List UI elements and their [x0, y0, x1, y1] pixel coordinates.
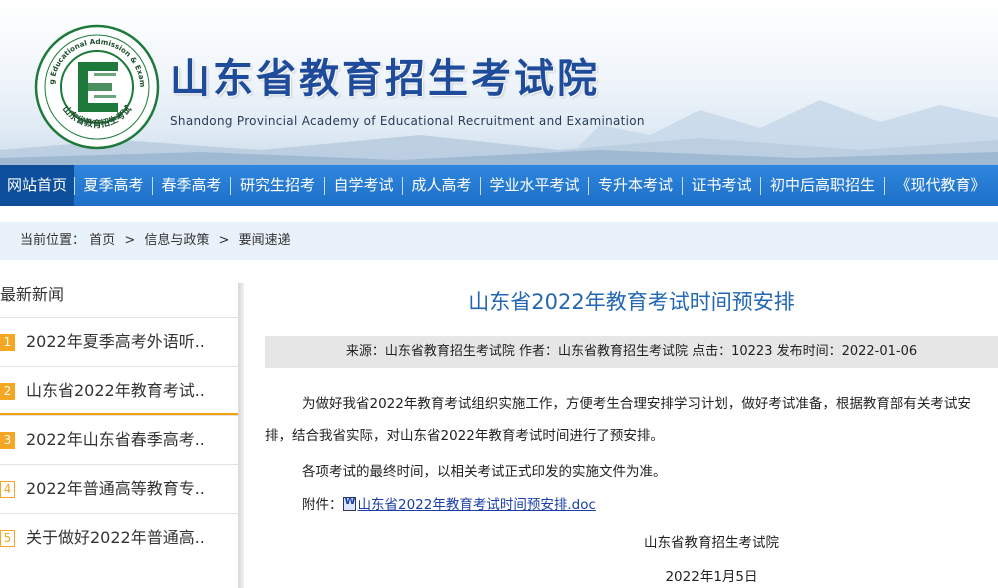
academy-logo: Shandong Educational Admission & Examina… — [34, 24, 160, 150]
news-list-item[interactable]: 2 山东省2022年教育考试.. — [0, 366, 238, 415]
nav-divider — [480, 177, 481, 195]
attachment-label: 附件： — [302, 497, 343, 513]
nav-divider — [230, 177, 231, 195]
nav-divider — [682, 177, 683, 195]
nav-item-vocational-admission[interactable]: 初中后高职招生 — [761, 165, 884, 206]
attachment-row: 附件： 山东省2022年教育考试时间预安排.doc — [302, 493, 596, 513]
nav-divider — [402, 177, 403, 195]
nav-divider — [884, 177, 885, 195]
rank-badge: 2 — [0, 383, 15, 400]
breadcrumb-separator: > — [218, 233, 230, 248]
attachment-link[interactable]: 山东省2022年教育考试时间预安排.doc — [358, 497, 596, 513]
main-nav: 网站首页 夏季高考 春季高考 研究生招考 自学考试 成人高考 学业水平考试 专升… — [0, 165, 998, 206]
nav-divider — [760, 177, 761, 195]
article-paragraph: 为做好我省2022年教育考试组织实施工作，方便考生合理安排学习计划，做好考试准备… — [265, 396, 971, 444]
rank-badge: 1 — [0, 334, 15, 351]
news-item-title: 2022年普通高等教育专.. — [26, 479, 205, 498]
page: Shandong Educational Admission & Examina… — [0, 0, 998, 588]
sidebar-heading: 最新新闻 — [0, 285, 65, 304]
breadcrumb-separator: > — [124, 233, 136, 248]
news-item-title: 关于做好2022年普通高.. — [26, 528, 205, 547]
news-list-item[interactable]: 3 2022年山东省春季高考.. — [0, 415, 238, 464]
rank-badge: 4 — [0, 481, 15, 498]
nav-item-upgrade-exam[interactable]: 专升本考试 — [589, 165, 682, 206]
site-title: 山东省教育招生考试院 — [170, 56, 600, 102]
latest-news-sidebar: 最新新闻 1 2022年夏季高考外语听.. 2 山东省2022年教育考试.. 3… — [0, 283, 238, 588]
news-item-title: 山东省2022年教育考试.. — [26, 381, 205, 400]
breadcrumb-prefix: 当前位置： — [20, 233, 86, 248]
nav-item-graduate-exam[interactable]: 研究生招考 — [231, 165, 324, 206]
nav-item-self-study-exam[interactable]: 自学考试 — [325, 165, 402, 206]
nav-item-certificate-exam[interactable]: 证书考试 — [683, 165, 760, 206]
article-title: 山东省2022年教育考试时间预安排 — [468, 290, 795, 314]
nav-divider — [588, 177, 589, 195]
news-list-item[interactable]: 5 关于做好2022年普通高.. — [0, 513, 238, 562]
signature-org: 山东省教育招生考试院 — [644, 535, 779, 551]
breadcrumb: 当前位置： 首页 > 信息与政策 > 要闻速递 — [0, 222, 998, 260]
breadcrumb-policy-link[interactable]: 信息与政策 — [144, 233, 209, 248]
news-list-item[interactable]: 1 2022年夏季高考外语听.. — [0, 317, 238, 366]
news-item-title: 2022年夏季高考外语听.. — [26, 332, 205, 351]
nav-divider — [152, 177, 153, 195]
nav-divider — [324, 177, 325, 195]
nav-divider — [74, 177, 75, 195]
nav-item-modern-education[interactable]: 《现代教育》 — [885, 165, 996, 206]
news-list-item[interactable]: 4 2022年普通高等教育专.. — [0, 464, 238, 513]
breadcrumb-home-link[interactable]: 首页 — [89, 233, 115, 248]
word-doc-icon — [342, 496, 356, 511]
breadcrumb-news-link[interactable]: 要闻速递 — [239, 233, 291, 248]
site-subtitle: Shandong Provincial Academy of Education… — [170, 114, 645, 128]
nav-item-summer-exam[interactable]: 夏季高考 — [75, 165, 152, 206]
sidebar-divider — [238, 283, 244, 588]
nav-item-spring-exam[interactable]: 春季高考 — [153, 165, 230, 206]
rank-badge: 3 — [0, 432, 15, 449]
article-paragraph: 各项考试的最终时间，以相关考试正式印发的实施文件为准。 — [302, 464, 667, 480]
signature-date: 2022年1月5日 — [665, 569, 758, 585]
nav-item-proficiency-exam[interactable]: 学业水平考试 — [481, 165, 588, 206]
rank-badge: 5 — [0, 530, 15, 547]
news-item-title: 2022年山东省春季高考.. — [26, 430, 205, 449]
article-meta: 来源：山东省教育招生考试院 作者：山东省教育招生考试院 点击：10223 发布时… — [265, 336, 998, 368]
nav-item-adult-exam[interactable]: 成人高考 — [403, 165, 480, 206]
header-banner: Shandong Educational Admission & Examina… — [0, 0, 998, 165]
nav-item-home[interactable]: 网站首页 — [0, 165, 74, 206]
